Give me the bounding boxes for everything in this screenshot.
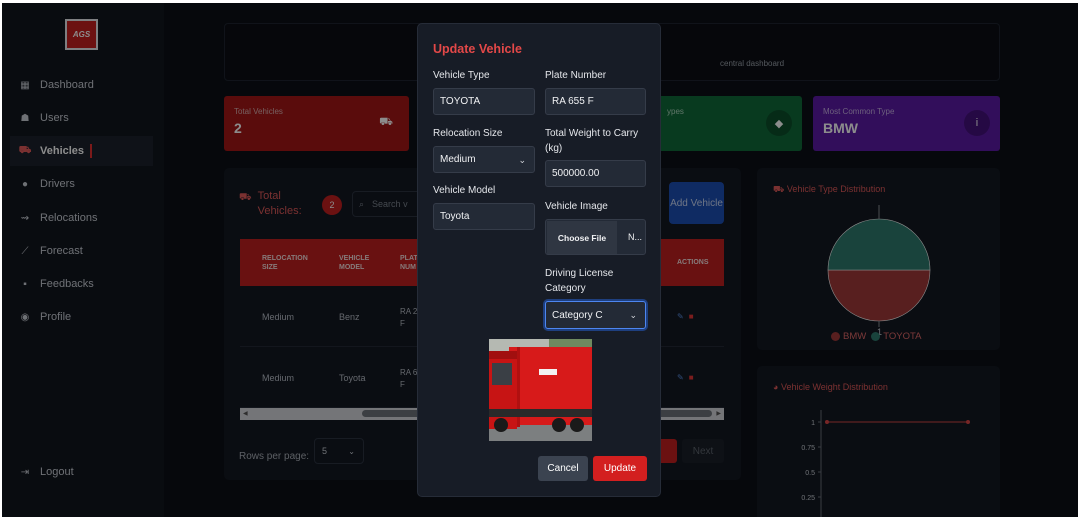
file-name: N... [628,232,643,242]
license-category-label: Driving License Category [545,268,614,294]
app-window: AGS ▦ Dashboard ☗ Users ⛟ Vehicles ● Drivers… [2,3,1078,517]
plate-number-label: Plate Number [545,70,607,81]
plate-number-field[interactable]: RA 655 F [545,88,646,115]
relocation-size-label: Relocation Size [433,128,503,139]
license-category-select[interactable]: Category C ⌄ [545,301,646,329]
relocation-size-select[interactable]: Medium ⌄ [433,146,535,173]
chevron-down-icon: ⌄ [629,310,637,320]
vehicle-image-input[interactable]: Choose File N... [545,219,646,255]
modal-title: Update Vehicle [433,42,522,56]
vehicle-model-field[interactable]: Toyota [433,203,535,230]
vehicle-image-label: Vehicle Image [545,201,608,212]
vehicle-image-preview [489,339,592,441]
update-vehicle-modal: Update Vehicle Vehicle Type TOYOTA Plate… [417,23,661,497]
vehicle-model-label: Vehicle Model [433,185,496,196]
vehicle-type-label: Vehicle Type [433,70,490,81]
weight-label: Total Weight to Carry (kg) [545,128,639,154]
update-button[interactable]: Update [593,456,647,481]
choose-file-button[interactable]: Choose File [547,221,617,254]
vehicle-type-field[interactable]: TOYOTA [433,88,535,115]
chevron-down-icon: ⌄ [518,155,526,165]
cancel-button[interactable]: Cancel [538,456,588,481]
weight-field[interactable]: 500000.00 [545,160,646,187]
